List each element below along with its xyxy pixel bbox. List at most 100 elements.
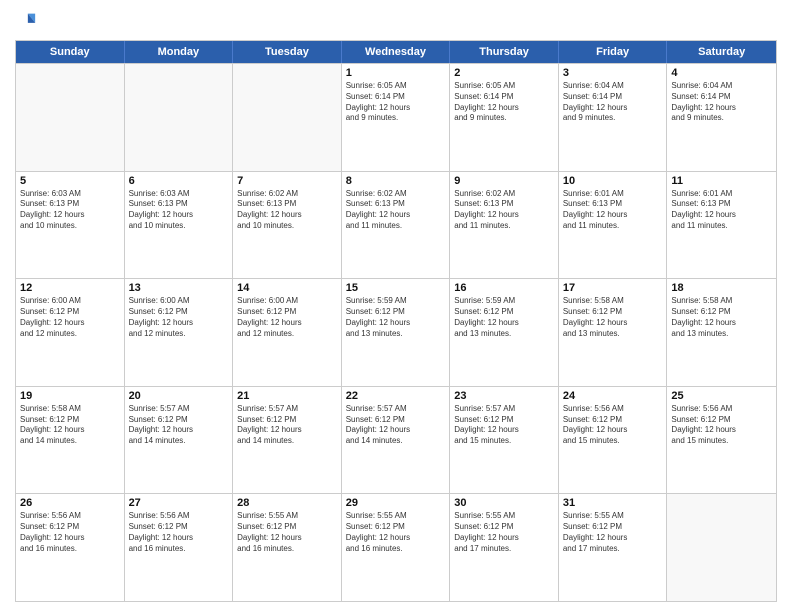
calendar-row-4: 26 Sunrise: 5:56 AM Sunset: 6:12 PM Dayli… bbox=[16, 493, 776, 601]
day-info: Sunrise: 6:01 AM Sunset: 6:13 PM Dayligh… bbox=[671, 189, 772, 232]
day-info: Sunrise: 5:56 AM Sunset: 6:12 PM Dayligh… bbox=[563, 404, 663, 447]
day-info: Sunrise: 5:55 AM Sunset: 6:12 PM Dayligh… bbox=[563, 511, 663, 554]
day-info: Sunrise: 5:58 AM Sunset: 6:12 PM Dayligh… bbox=[563, 296, 663, 339]
day-info: Sunrise: 5:59 AM Sunset: 6:12 PM Dayligh… bbox=[346, 296, 446, 339]
day-info: Sunrise: 6:02 AM Sunset: 6:13 PM Dayligh… bbox=[454, 189, 554, 232]
day-number: 2 bbox=[454, 67, 554, 79]
day-number: 12 bbox=[20, 282, 120, 294]
day-info: Sunrise: 5:58 AM Sunset: 6:12 PM Dayligh… bbox=[20, 404, 120, 447]
calendar-header: SundayMondayTuesdayWednesdayThursdayFrid… bbox=[16, 41, 776, 63]
day-cell-12: 12 Sunrise: 6:00 AM Sunset: 6:12 PM Dayli… bbox=[16, 279, 125, 386]
day-number: 14 bbox=[237, 282, 337, 294]
day-number: 8 bbox=[346, 175, 446, 187]
day-number: 15 bbox=[346, 282, 446, 294]
weekday-header-friday: Friday bbox=[559, 41, 668, 63]
day-number: 22 bbox=[346, 390, 446, 402]
weekday-header-wednesday: Wednesday bbox=[342, 41, 451, 63]
day-info: Sunrise: 6:00 AM Sunset: 6:12 PM Dayligh… bbox=[20, 296, 120, 339]
day-cell-24: 24 Sunrise: 5:56 AM Sunset: 6:12 PM Dayli… bbox=[559, 387, 668, 494]
day-cell-20: 20 Sunrise: 5:57 AM Sunset: 6:12 PM Dayli… bbox=[125, 387, 234, 494]
day-cell-25: 25 Sunrise: 5:56 AM Sunset: 6:12 PM Dayli… bbox=[667, 387, 776, 494]
day-cell-7: 7 Sunrise: 6:02 AM Sunset: 6:13 PM Daylig… bbox=[233, 172, 342, 279]
day-cell-5: 5 Sunrise: 6:03 AM Sunset: 6:13 PM Daylig… bbox=[16, 172, 125, 279]
day-number: 28 bbox=[237, 497, 337, 509]
day-cell-26: 26 Sunrise: 5:56 AM Sunset: 6:12 PM Dayli… bbox=[16, 494, 125, 601]
day-cell-6: 6Sunrise: 6:03 AM Sunset: 6:13 PM Daylig… bbox=[125, 172, 234, 279]
day-cell-13: 13 Sunrise: 6:00 AM Sunset: 6:12 PM Dayli… bbox=[125, 279, 234, 386]
day-info: Sunrise: 5:56 AM Sunset: 6:12 PM Dayligh… bbox=[671, 404, 772, 447]
logo-icon bbox=[15, 10, 37, 32]
calendar-row-2: 12 Sunrise: 6:00 AM Sunset: 6:12 PM Dayli… bbox=[16, 278, 776, 386]
day-number: 20 bbox=[129, 390, 229, 402]
empty-cell-0-0 bbox=[16, 64, 125, 171]
day-number: 26 bbox=[20, 497, 120, 509]
day-info: Sunrise: 6:03 AM Sunset: 6:13 PM Dayligh… bbox=[129, 189, 229, 232]
day-cell-22: 22 Sunrise: 5:57 AM Sunset: 6:12 PM Dayli… bbox=[342, 387, 451, 494]
calendar-row-3: 19 Sunrise: 5:58 AM Sunset: 6:12 PM Dayli… bbox=[16, 386, 776, 494]
day-cell-10: 10Sunrise: 6:01 AM Sunset: 6:13 PM Dayli… bbox=[559, 172, 668, 279]
day-number: 13 bbox=[129, 282, 229, 294]
day-cell-17: 17Sunrise: 5:58 AM Sunset: 6:12 PM Dayli… bbox=[559, 279, 668, 386]
day-cell-1: 1 Sunrise: 6:05 AM Sunset: 6:14 PM Daylig… bbox=[342, 64, 451, 171]
day-cell-27: 27 Sunrise: 5:56 AM Sunset: 6:12 PM Dayli… bbox=[125, 494, 234, 601]
header bbox=[15, 10, 777, 32]
day-number: 7 bbox=[237, 175, 337, 187]
day-info: Sunrise: 5:56 AM Sunset: 6:12 PM Dayligh… bbox=[20, 511, 120, 554]
day-cell-9: 9 Sunrise: 6:02 AM Sunset: 6:13 PM Daylig… bbox=[450, 172, 559, 279]
day-number: 16 bbox=[454, 282, 554, 294]
day-info: Sunrise: 5:57 AM Sunset: 6:12 PM Dayligh… bbox=[237, 404, 337, 447]
day-cell-11: 11 Sunrise: 6:01 AM Sunset: 6:13 PM Dayli… bbox=[667, 172, 776, 279]
day-number: 19 bbox=[20, 390, 120, 402]
page: SundayMondayTuesdayWednesdayThursdayFrid… bbox=[0, 0, 792, 612]
day-cell-16: 16 Sunrise: 5:59 AM Sunset: 6:12 PM Dayli… bbox=[450, 279, 559, 386]
day-number: 21 bbox=[237, 390, 337, 402]
day-info: Sunrise: 6:00 AM Sunset: 6:12 PM Dayligh… bbox=[129, 296, 229, 339]
day-cell-19: 19 Sunrise: 5:58 AM Sunset: 6:12 PM Dayli… bbox=[16, 387, 125, 494]
day-number: 30 bbox=[454, 497, 554, 509]
day-info: Sunrise: 6:04 AM Sunset: 6:14 PM Dayligh… bbox=[671, 81, 772, 124]
calendar-body: 1 Sunrise: 6:05 AM Sunset: 6:14 PM Daylig… bbox=[16, 63, 776, 601]
day-info: Sunrise: 5:55 AM Sunset: 6:12 PM Dayligh… bbox=[237, 511, 337, 554]
day-info: Sunrise: 5:57 AM Sunset: 6:12 PM Dayligh… bbox=[129, 404, 229, 447]
day-number: 18 bbox=[671, 282, 772, 294]
day-number: 11 bbox=[671, 175, 772, 187]
day-number: 5 bbox=[20, 175, 120, 187]
day-cell-23: 23 Sunrise: 5:57 AM Sunset: 6:12 PM Dayli… bbox=[450, 387, 559, 494]
day-info: Sunrise: 6:03 AM Sunset: 6:13 PM Dayligh… bbox=[20, 189, 120, 232]
empty-cell-0-1 bbox=[125, 64, 234, 171]
day-number: 9 bbox=[454, 175, 554, 187]
day-info: Sunrise: 5:55 AM Sunset: 6:12 PM Dayligh… bbox=[346, 511, 446, 554]
day-cell-31: 31 Sunrise: 5:55 AM Sunset: 6:12 PM Dayli… bbox=[559, 494, 668, 601]
day-cell-2: 2Sunrise: 6:05 AM Sunset: 6:14 PM Daylig… bbox=[450, 64, 559, 171]
day-number: 23 bbox=[454, 390, 554, 402]
weekday-header-tuesday: Tuesday bbox=[233, 41, 342, 63]
day-cell-18: 18Sunrise: 5:58 AM Sunset: 6:12 PM Dayli… bbox=[667, 279, 776, 386]
day-info: Sunrise: 5:59 AM Sunset: 6:12 PM Dayligh… bbox=[454, 296, 554, 339]
day-cell-28: 28 Sunrise: 5:55 AM Sunset: 6:12 PM Dayli… bbox=[233, 494, 342, 601]
empty-cell-0-2 bbox=[233, 64, 342, 171]
day-info: Sunrise: 6:02 AM Sunset: 6:13 PM Dayligh… bbox=[346, 189, 446, 232]
day-number: 1 bbox=[346, 67, 446, 79]
day-number: 4 bbox=[671, 67, 772, 79]
calendar: SundayMondayTuesdayWednesdayThursdayFrid… bbox=[15, 40, 777, 602]
day-info: Sunrise: 6:02 AM Sunset: 6:13 PM Dayligh… bbox=[237, 189, 337, 232]
day-info: Sunrise: 6:04 AM Sunset: 6:14 PM Dayligh… bbox=[563, 81, 663, 124]
day-cell-8: 8 Sunrise: 6:02 AM Sunset: 6:13 PM Daylig… bbox=[342, 172, 451, 279]
day-number: 31 bbox=[563, 497, 663, 509]
day-cell-30: 30Sunrise: 5:55 AM Sunset: 6:12 PM Dayli… bbox=[450, 494, 559, 601]
calendar-row-0: 1 Sunrise: 6:05 AM Sunset: 6:14 PM Daylig… bbox=[16, 63, 776, 171]
day-number: 24 bbox=[563, 390, 663, 402]
day-info: Sunrise: 5:57 AM Sunset: 6:12 PM Dayligh… bbox=[454, 404, 554, 447]
day-cell-3: 3 Sunrise: 6:04 AM Sunset: 6:14 PM Daylig… bbox=[559, 64, 668, 171]
day-info: Sunrise: 5:57 AM Sunset: 6:12 PM Dayligh… bbox=[346, 404, 446, 447]
day-info: Sunrise: 6:05 AM Sunset: 6:14 PM Dayligh… bbox=[346, 81, 446, 124]
weekday-header-monday: Monday bbox=[125, 41, 234, 63]
weekday-header-sunday: Sunday bbox=[16, 41, 125, 63]
day-info: Sunrise: 5:56 AM Sunset: 6:12 PM Dayligh… bbox=[129, 511, 229, 554]
day-cell-14: 14Sunrise: 6:00 AM Sunset: 6:12 PM Dayli… bbox=[233, 279, 342, 386]
calendar-row-1: 5 Sunrise: 6:03 AM Sunset: 6:13 PM Daylig… bbox=[16, 171, 776, 279]
day-info: Sunrise: 6:01 AM Sunset: 6:13 PM Dayligh… bbox=[563, 189, 663, 232]
day-number: 25 bbox=[671, 390, 772, 402]
day-number: 3 bbox=[563, 67, 663, 79]
day-number: 27 bbox=[129, 497, 229, 509]
